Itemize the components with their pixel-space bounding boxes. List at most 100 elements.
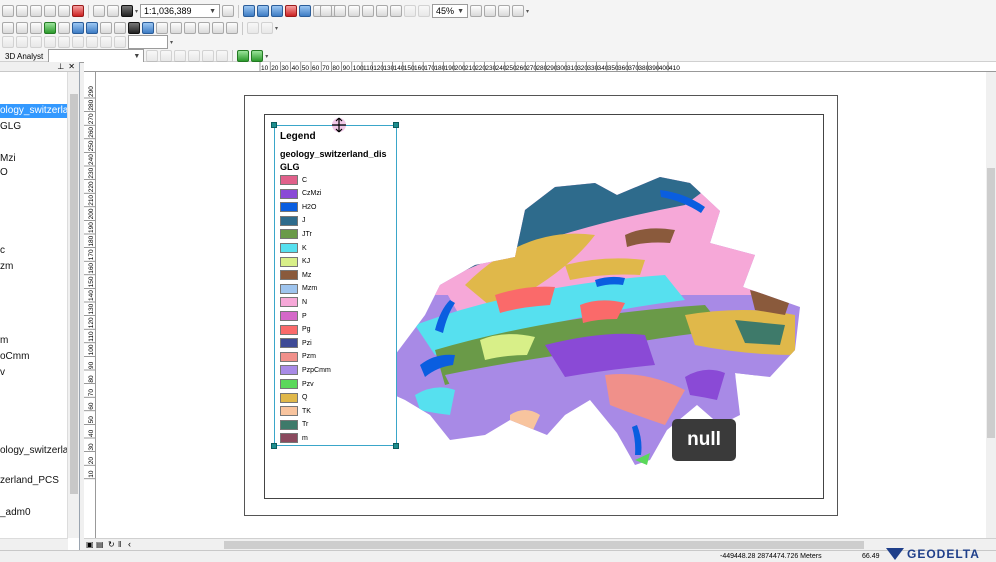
legend[interactable]: Legend geology_switzerland_dis GLG C CzMz… (274, 125, 397, 446)
fixed-zoom-in-icon[interactable] (376, 5, 388, 17)
zoom-combo[interactable]: 45% ▼ (432, 4, 468, 18)
ruler-tick-label: 50 (88, 416, 95, 424)
layout-view[interactable]: 10 20 30 40 50 60 70 80 90 100 110 120 130 140 150 160 1… (84, 62, 996, 538)
null-tooltip: null (672, 419, 736, 461)
swipe-icon[interactable] (226, 22, 238, 34)
toc-item[interactable]: ology_switzerlan (0, 104, 74, 118)
arctoolbox-icon[interactable] (285, 5, 298, 17)
data-driven-pages-icon[interactable] (512, 5, 524, 17)
toggle-draft-mode-icon[interactable] (470, 5, 482, 17)
legend-item-label: PzpCmm (302, 366, 331, 374)
selection-handle[interactable] (393, 443, 399, 449)
data-frame[interactable]: Legend geology_switzerland_dis GLG C CzMz… (264, 114, 824, 499)
selection-handle[interactable] (271, 443, 277, 449)
layout-horizontal-scrollbar[interactable]: ▣ ▤ ↻ ‖ ‹ (84, 538, 996, 550)
arcscene-icon[interactable] (237, 50, 250, 62)
pin-icon[interactable]: ⊥ (57, 62, 64, 71)
legend-item: JTr (280, 229, 312, 240)
legend-title: Legend (280, 131, 316, 142)
ruler-tick-label: 100 (88, 344, 95, 355)
legend-item: Pg (280, 324, 311, 335)
toc-horizontal-scrollbar[interactable] (0, 538, 68, 550)
toc-item[interactable]: zm (0, 260, 13, 274)
legend-item: CzMzi (280, 188, 321, 199)
profile-graph-icon[interactable] (216, 50, 229, 62)
python-window-icon[interactable] (299, 5, 312, 17)
legend-item-label: Mz (302, 271, 312, 279)
close-icon[interactable]: ✕ (68, 62, 75, 71)
layout-zoom-out-icon[interactable] (334, 5, 346, 17)
delete-icon[interactable] (72, 5, 84, 17)
toc-item[interactable]: oCmm (0, 350, 29, 364)
toc-item[interactable]: m (0, 334, 8, 348)
data-view-icon[interactable]: ▣ (86, 540, 94, 549)
scale-combo[interactable]: 1:1,036,389 ▼ (140, 4, 221, 18)
ruler-tick-label: 270 (88, 113, 95, 124)
layout-vertical-scrollbar[interactable] (986, 72, 996, 538)
layout-view-icon[interactable]: ▤ (96, 540, 104, 549)
print-icon[interactable] (44, 5, 56, 17)
toc-vertical-scrollbar[interactable] (67, 72, 79, 538)
toc-item[interactable]: c (0, 244, 5, 258)
toc-item[interactable]: _adm0 (0, 506, 31, 520)
layout-scroll-thumb[interactable] (987, 168, 995, 438)
interpolate-line-icon[interactable] (160, 50, 173, 62)
layout-pan-icon[interactable] (348, 5, 360, 17)
legend-swatch (280, 419, 298, 430)
toc-scroll-thumb[interactable] (70, 94, 78, 494)
previous-extent-icon[interactable] (404, 5, 416, 17)
table-of-contents-icon[interactable] (243, 5, 256, 17)
editor-icon[interactable] (222, 5, 235, 17)
cut-icon[interactable] (58, 5, 70, 17)
next-extent-icon[interactable] (418, 5, 430, 17)
selection-handle[interactable] (271, 122, 277, 128)
search-window-icon[interactable] (271, 5, 284, 17)
redo-icon[interactable] (107, 5, 119, 17)
layout-page: Legend geology_switzerland_dis GLG C CzMz… (244, 95, 838, 516)
refresh-icon[interactable]: ↻ (108, 540, 115, 549)
catalog-icon[interactable] (257, 5, 270, 17)
legend-item: P (280, 311, 307, 321)
toc-item[interactable]: O (0, 166, 8, 180)
zoom-100-icon[interactable] (362, 5, 374, 17)
horizontal-scroll-thumb[interactable] (224, 541, 864, 549)
toc-item[interactable]: zerland_PCS (0, 474, 59, 488)
open-icon[interactable] (16, 5, 28, 17)
toc-item[interactable]: v (0, 366, 5, 380)
toc-item[interactable]: Mzi (0, 152, 16, 166)
toc-item[interactable]: GLG (0, 120, 21, 134)
legend-layer-name: geology_switzerland_dis (280, 149, 387, 159)
go-to-xy-icon[interactable] (198, 22, 210, 34)
ruler-tick-label: 180 (88, 235, 95, 246)
edit-vertices-icon[interactable] (261, 22, 273, 34)
analyst-layer-combo[interactable]: ▼ (48, 49, 145, 63)
change-layout-icon[interactable] (498, 5, 510, 17)
toolbar-area: ▾ 1:1,036,389 ▼ ▾ 45% ▼ ▾ (0, 0, 996, 63)
3d-analyst-label[interactable]: 3D Analyst (2, 52, 46, 61)
editor-tool-icon[interactable] (247, 22, 259, 34)
layout-zoom-in-icon[interactable] (320, 5, 332, 17)
undo-icon[interactable] (93, 5, 105, 17)
pause-drawing-icon[interactable]: ‖ (118, 540, 121, 549)
new-icon[interactable] (2, 5, 14, 17)
line-of-sight-icon[interactable] (188, 50, 201, 62)
ruler-tick-label: 140 (88, 290, 95, 301)
ruler-tick-label: 230 (88, 167, 95, 178)
save-icon[interactable] (30, 5, 42, 17)
add-data-icon[interactable] (121, 5, 133, 17)
legend-swatch (280, 433, 298, 444)
focus-data-frame-icon[interactable] (484, 5, 496, 17)
layout-toolbar: 45% ▼ ▾ (318, 2, 529, 20)
contour-icon[interactable] (202, 50, 215, 62)
ruler-tick-label: 260 (88, 127, 95, 138)
selection-handle[interactable] (393, 122, 399, 128)
steepest-path-icon[interactable] (174, 50, 187, 62)
legend-swatch (280, 324, 298, 335)
scroll-left-icon[interactable]: ‹ (128, 539, 131, 549)
time-slider-icon[interactable] (212, 22, 224, 34)
fixed-zoom-out-icon[interactable] (390, 5, 402, 17)
ruler-tick-label: 130 (88, 303, 95, 314)
interpolate-point-icon[interactable] (146, 50, 159, 62)
find-icon[interactable] (184, 22, 196, 34)
arcglobe-icon[interactable] (251, 50, 264, 62)
